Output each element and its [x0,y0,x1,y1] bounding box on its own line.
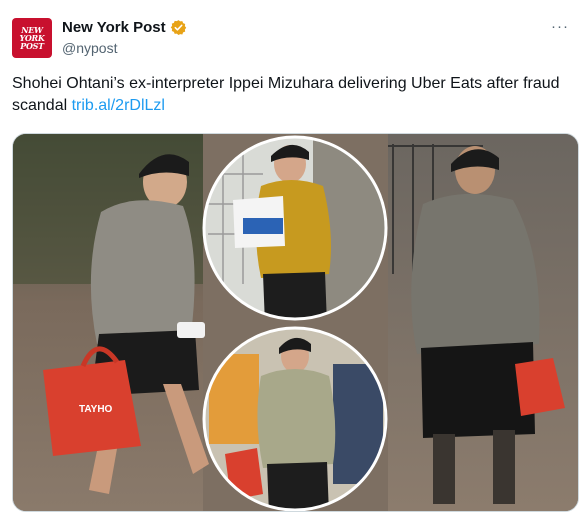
photo-collage: TAYHO [13,134,578,511]
nypost-avatar[interactable]: NEW YORK POST [12,18,52,58]
verified-badge-icon [170,20,186,35]
display-name[interactable]: New York Post [62,19,166,36]
name-row: New York Post [62,19,187,36]
tweet-link[interactable]: trib.al/2rDlLzl [72,97,165,114]
tweet-text: Shohei Ohtani’s ex-interpreter Ippei Miz… [12,73,572,117]
logo-line-3: POST [20,41,44,51]
tweet-header: NEW YORK POST New York Post @nypost ··· [12,14,573,60]
more-options-button[interactable]: ··· [551,18,569,35]
account-handle[interactable]: @nypost [62,40,117,56]
tweet-media-image[interactable]: TAYHO [12,133,579,512]
bag-logo-text: TAYHO [79,404,113,415]
